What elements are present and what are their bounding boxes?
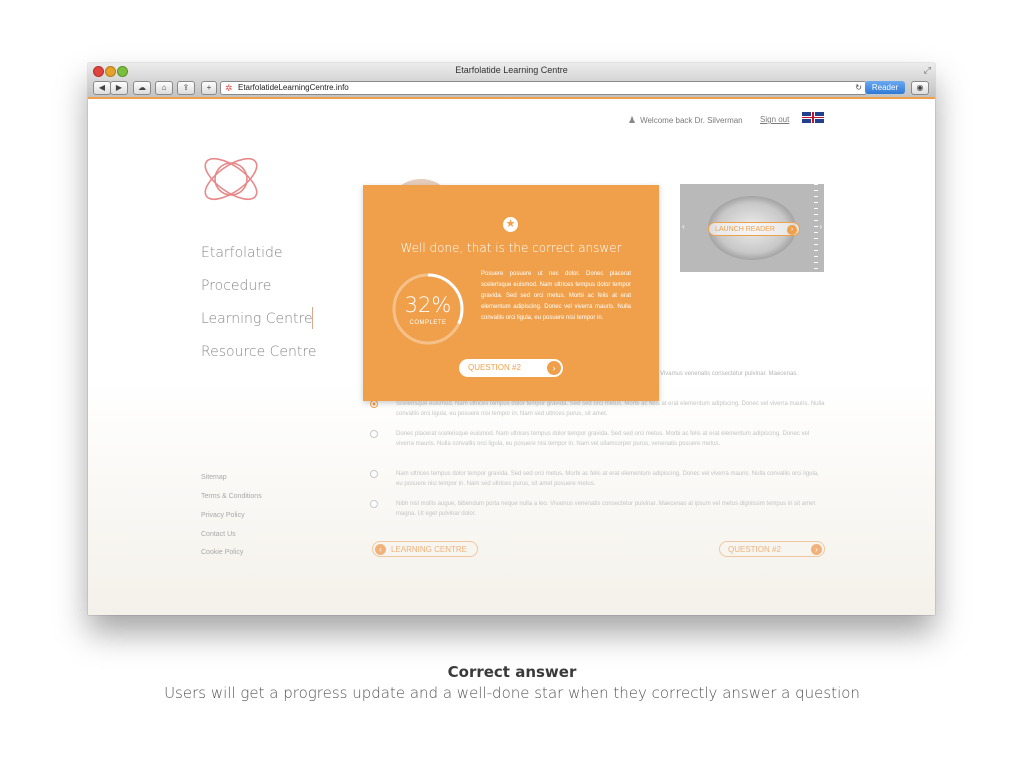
arrow-right-icon: › <box>787 225 797 235</box>
modal-body-text: Posuere posuere ut nec dolor. Donec plac… <box>481 271 631 321</box>
fullscreen-icon[interactable]: ⤢ <box>924 65 931 76</box>
user-icon: ♟ <box>628 115 637 125</box>
browser-window: Etarfolatide Learning Centre ⤢ ◀ ▶ ☁ ⌂ ⇪… <box>88 63 935 615</box>
progress-label: COMPLETE <box>409 320 447 326</box>
browser-toolbar: ◀ ▶ ☁ ⌂ ⇪ + ✲ EtarfolatideLearningCentre… <box>88 79 935 98</box>
next-button-label: QUESTION #2 <box>728 545 781 554</box>
address-bar[interactable]: ✲ EtarfolatideLearningCentre.info ↻ <box>220 81 867 95</box>
radio-button[interactable] <box>370 430 378 438</box>
window-title: Etarfolatide Learning Centre <box>455 65 568 75</box>
question-intro: Vivamus venenatis consectetur pulvinar. … <box>660 371 798 377</box>
learning-centre-back-button[interactable]: ‹ LEARNING CENTRE <box>372 541 478 557</box>
chevron-right-icon: › <box>811 544 822 555</box>
chevron-left-icon[interactable]: ‹ <box>682 222 685 231</box>
uk-flag-icon[interactable] <box>802 112 824 123</box>
footer-link-terms[interactable]: Terms & Conditions <box>201 493 262 500</box>
back-button-label: LEARNING CENTRE <box>391 545 468 554</box>
correct-answer-modal: ★ Well done, that is the correct answer … <box>363 185 659 401</box>
progress-percent: 32% <box>404 293 452 317</box>
star-icon: ★ <box>503 217 518 232</box>
chevron-right-icon[interactable]: › <box>819 222 822 231</box>
url-text[interactable]: EtarfolatideLearningCentre.info <box>238 82 349 94</box>
nav-item-resource-centre[interactable]: Resource Centre <box>201 344 316 360</box>
add-bookmark-button[interactable]: + <box>201 81 217 95</box>
reload-icon[interactable]: ↻ <box>855 82 862 94</box>
question-2-button[interactable]: QUESTION #2 › <box>459 359 563 377</box>
chevron-right-icon: › <box>547 361 561 375</box>
footer-link-contact[interactable]: Contact Us <box>201 531 236 538</box>
reader-button[interactable]: Reader <box>865 81 905 94</box>
icloud-tabs-button[interactable]: ☁ <box>133 81 151 95</box>
share-button[interactable]: ⇪ <box>177 81 195 95</box>
answer-text: Scelerisque euismod. Nam ultrices tempus… <box>396 401 825 417</box>
nav-item-etarfolatide[interactable]: Etarfolatide <box>201 245 283 261</box>
welcome-message: ♟ Welcome back Dr. Silverman <box>628 115 743 126</box>
launch-reader-button[interactable]: LAUNCH READER › <box>708 222 800 236</box>
question-2-label: QUESTION #2 <box>468 363 521 372</box>
answer-text: Donec placerat scelerisque euismod. Nam … <box>396 431 810 447</box>
chevron-left-icon: ‹ <box>375 544 386 555</box>
ct-scan-image: ‹ › LAUNCH READER › <box>680 184 824 272</box>
footer-link-privacy[interactable]: Privacy Policy <box>201 512 245 519</box>
back-button[interactable]: ◀ <box>93 81 111 95</box>
radio-button[interactable] <box>370 500 378 508</box>
footer-link-sitemap[interactable]: Sitemap <box>201 474 227 481</box>
launch-reader-label: LAUNCH READER <box>715 226 775 233</box>
scan-ruler <box>814 184 818 272</box>
sign-out-link[interactable]: Sign out <box>760 115 789 124</box>
title-bar: Etarfolatide Learning Centre ⤢ <box>88 63 935 79</box>
caption-subtitle: Users will get a progress update and a w… <box>164 684 860 702</box>
answer-option-1[interactable]: Scelerisque euismod. Nam ultrices tempus… <box>370 399 826 419</box>
site-favicon-icon: ✲ <box>225 83 233 93</box>
nav-item-procedure[interactable]: Procedure <box>201 278 271 294</box>
next-question-button[interactable]: QUESTION #2 › <box>719 541 825 557</box>
welcome-text: Welcome back Dr. Silverman <box>640 116 743 125</box>
caption-title: Correct answer <box>447 663 577 681</box>
radio-button[interactable] <box>370 400 378 408</box>
nav-item-learning-centre[interactable]: Learning Centre <box>201 311 313 327</box>
radio-button[interactable] <box>370 470 378 478</box>
modal-title: Well done, that is the correct answer <box>400 241 622 255</box>
answer-option-2[interactable]: Donec placerat scelerisque euismod. Nam … <box>370 429 826 449</box>
home-button[interactable]: ⌂ <box>155 81 173 95</box>
downloads-button[interactable]: ◉ <box>911 81 929 95</box>
etarfolatide-logo[interactable] <box>196 144 266 214</box>
footer-link-cookie[interactable]: Cookie Policy <box>201 549 243 556</box>
answer-option-4[interactable]: Nibh nisl mollis augue, bibendum porta n… <box>370 499 826 519</box>
answer-text: Nam ultrices tempus dolor tempor gravida… <box>396 471 819 487</box>
forward-button[interactable]: ▶ <box>110 81 128 95</box>
answer-text: Nibh nisl mollis augue, bibendum porta n… <box>396 501 816 517</box>
answer-option-3[interactable]: Nam ultrices tempus dolor tempor gravida… <box>370 469 826 489</box>
active-nav-indicator <box>312 307 313 329</box>
page-content: ♟ Welcome back Dr. Silverman Sign out Eta… <box>88 99 935 615</box>
